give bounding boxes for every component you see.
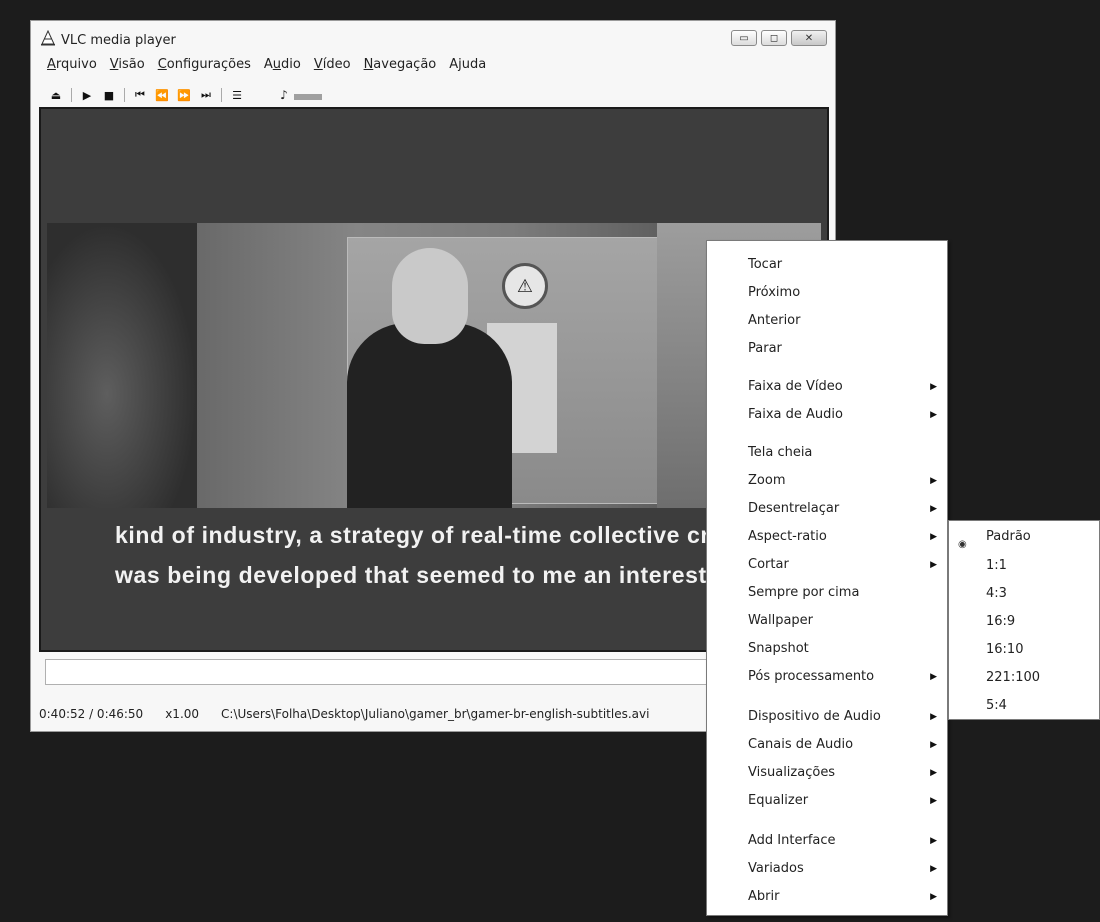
ctx-canais-audio[interactable]: Canais de Audio bbox=[748, 737, 853, 752]
window-title: VLC media player bbox=[61, 33, 176, 48]
ctx-variados[interactable]: Variados bbox=[748, 861, 804, 876]
submenu-arrow-icon: ▶ bbox=[930, 672, 937, 682]
video-plant bbox=[47, 223, 197, 508]
eject-icon[interactable]: ⏏ bbox=[45, 86, 67, 104]
ctx-tela-cheia[interactable]: Tela cheia bbox=[748, 445, 812, 460]
warning-sign-icon: ⚠ bbox=[502, 263, 548, 309]
toolbar-separator bbox=[71, 88, 72, 102]
context-menu: Tocar Próximo Anterior Parar Faixa de Ví… bbox=[706, 240, 948, 916]
prev-icon[interactable]: ⏮ bbox=[129, 86, 151, 104]
submenu-arrow-icon: ▶ bbox=[930, 796, 937, 806]
ctx-abrir[interactable]: Abrir bbox=[748, 889, 779, 904]
forward-icon[interactable]: ⏩ bbox=[173, 86, 195, 104]
ctx-add-interface[interactable]: Add Interface bbox=[748, 833, 836, 848]
aspect-221-100[interactable]: 221:100 bbox=[986, 670, 1040, 685]
ctx-dispositivo-audio[interactable]: Dispositivo de Audio bbox=[748, 709, 881, 724]
ctx-tocar[interactable]: Tocar bbox=[748, 257, 782, 272]
submenu-arrow-icon: ▶ bbox=[930, 864, 937, 874]
aspect-1-1[interactable]: 1:1 bbox=[986, 558, 1007, 573]
toolbar: ⏏ ▶ ■ ⏮ ⏪ ⏩ ⏭ ☰ ♪ bbox=[45, 85, 322, 105]
file-path: C:\Users\Folha\Desktop\Juliano\gamer_br\… bbox=[221, 707, 650, 721]
aspect-16-10[interactable]: 16:10 bbox=[986, 642, 1023, 657]
menu-configuracoes[interactable]: Configurações bbox=[158, 57, 251, 72]
menu-visao[interactable]: Visão bbox=[110, 57, 145, 72]
menu-video[interactable]: Vídeo bbox=[314, 57, 351, 72]
aspect-16-9[interactable]: 16:9 bbox=[986, 614, 1015, 629]
ctx-anterior[interactable]: Anterior bbox=[748, 313, 800, 328]
submenu-arrow-icon: ▶ bbox=[930, 560, 937, 570]
menu-audio[interactable]: Audio bbox=[264, 57, 301, 72]
aspect-ratio-submenu: ◉ Padrão 1:1 4:3 16:9 16:10 221:100 5:4 bbox=[948, 520, 1100, 720]
submenu-arrow-icon: ▶ bbox=[930, 410, 937, 420]
minimize-icon: ▭ bbox=[739, 32, 749, 44]
menu-arquivo[interactable]: Arquivo bbox=[47, 57, 97, 72]
video-person-head bbox=[392, 248, 468, 344]
submenu-arrow-icon: ▶ bbox=[930, 892, 937, 902]
submenu-arrow-icon: ▶ bbox=[930, 504, 937, 514]
ctx-zoom[interactable]: Zoom bbox=[748, 473, 785, 488]
rewind-icon[interactable]: ⏪ bbox=[151, 86, 173, 104]
ctx-faixa-audio[interactable]: Faixa de Audio bbox=[748, 407, 843, 422]
minimize-button[interactable]: ▭ bbox=[731, 30, 757, 46]
submenu-arrow-icon: ▶ bbox=[930, 382, 937, 392]
aspect-5-4[interactable]: 5:4 bbox=[986, 698, 1007, 713]
submenu-arrow-icon: ▶ bbox=[930, 836, 937, 846]
vlc-cone-icon bbox=[41, 30, 55, 46]
ctx-wallpaper[interactable]: Wallpaper bbox=[748, 613, 813, 628]
ctx-parar[interactable]: Parar bbox=[748, 341, 782, 356]
radio-selected-icon: ◉ bbox=[958, 539, 967, 550]
toolbar-separator bbox=[221, 88, 222, 102]
maximize-button[interactable]: ◻ bbox=[761, 30, 787, 46]
volume-slider[interactable] bbox=[294, 94, 322, 100]
submenu-arrow-icon: ▶ bbox=[930, 740, 937, 750]
ctx-aspect-ratio[interactable]: Aspect-ratio bbox=[748, 529, 827, 544]
submenu-arrow-icon: ▶ bbox=[930, 712, 937, 722]
aspect-4-3[interactable]: 4:3 bbox=[986, 586, 1007, 601]
ctx-visualizacoes[interactable]: Visualizações bbox=[748, 765, 835, 780]
ctx-desentrelacar[interactable]: Desentrelaçar bbox=[748, 501, 839, 516]
video-frame: ⚠ bbox=[47, 223, 821, 508]
submenu-arrow-icon: ▶ bbox=[930, 532, 937, 542]
playlist-icon[interactable]: ☰ bbox=[226, 86, 248, 104]
ctx-snapshot[interactable]: Snapshot bbox=[748, 641, 809, 656]
title-bar: VLC media player ▭ ◻ ✕ bbox=[31, 21, 835, 51]
menu-ajuda[interactable]: Ajuda bbox=[449, 57, 486, 72]
stop-icon[interactable]: ■ bbox=[98, 86, 120, 104]
ctx-cortar[interactable]: Cortar bbox=[748, 557, 789, 572]
ctx-sempre-por-cima[interactable]: Sempre por cima bbox=[748, 585, 859, 600]
ctx-equalizer[interactable]: Equalizer bbox=[748, 793, 808, 808]
time-display: 0:40:52 / 0:46:50 bbox=[39, 707, 144, 721]
close-button[interactable]: ✕ bbox=[791, 30, 827, 46]
maximize-icon: ◻ bbox=[769, 32, 779, 44]
ctx-faixa-video[interactable]: Faixa de Vídeo bbox=[748, 379, 843, 394]
ctx-pos-processamento[interactable]: Pós processamento bbox=[748, 669, 874, 684]
subtitle-line-2: was being developed that seemed to me an… bbox=[115, 562, 707, 588]
playback-speed: x1.00 bbox=[165, 707, 200, 721]
aspect-padrao[interactable]: Padrão bbox=[986, 529, 1031, 544]
play-icon[interactable]: ▶ bbox=[76, 86, 98, 104]
menu-navegacao[interactable]: Navegação bbox=[364, 57, 437, 72]
menu-bar: Arquivo Visão Configurações Audio Vídeo … bbox=[47, 57, 486, 72]
video-person-body bbox=[347, 323, 512, 508]
close-icon: ✕ bbox=[804, 32, 814, 44]
volume-icon[interactable]: ♪ bbox=[276, 86, 292, 104]
toolbar-separator bbox=[124, 88, 125, 102]
submenu-arrow-icon: ▶ bbox=[930, 768, 937, 778]
submenu-arrow-icon: ▶ bbox=[930, 476, 937, 486]
subtitle-line-1: kind of industry, a strategy of real-tim… bbox=[115, 522, 724, 548]
status-bar: 0:40:52 / 0:46:50 x1.00 C:\Users\Folha\D… bbox=[39, 707, 649, 721]
ctx-proximo[interactable]: Próximo bbox=[748, 285, 800, 300]
next-icon[interactable]: ⏭ bbox=[195, 86, 217, 104]
